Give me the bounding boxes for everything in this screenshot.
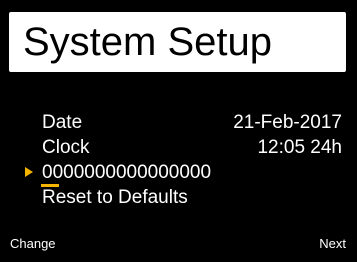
- id-entry-value: 0000000000000000: [42, 162, 212, 183]
- clock-label: Clock: [42, 137, 90, 158]
- selection-arrow-icon: [25, 167, 33, 177]
- clock-value: 12:05 24h: [257, 137, 342, 158]
- next-softkey[interactable]: Next: [319, 236, 346, 252]
- menu-item-id-entry[interactable]: 0000000000000000: [42, 161, 342, 185]
- screen-title: System Setup: [9, 12, 346, 72]
- menu-item-clock[interactable]: Clock 12:05 24h: [42, 136, 342, 160]
- date-label: Date: [42, 112, 83, 133]
- change-softkey[interactable]: Change: [10, 236, 56, 252]
- menu-item-reset-defaults[interactable]: Reset to Defaults: [42, 186, 342, 210]
- device-screen: System Setup Date 21-Feb-2017 Clock 12:0…: [0, 0, 357, 262]
- menu-item-date[interactable]: Date 21-Feb-2017: [42, 111, 342, 135]
- date-value: 21-Feb-2017: [233, 112, 342, 133]
- reset-label: Reset to Defaults: [42, 187, 188, 208]
